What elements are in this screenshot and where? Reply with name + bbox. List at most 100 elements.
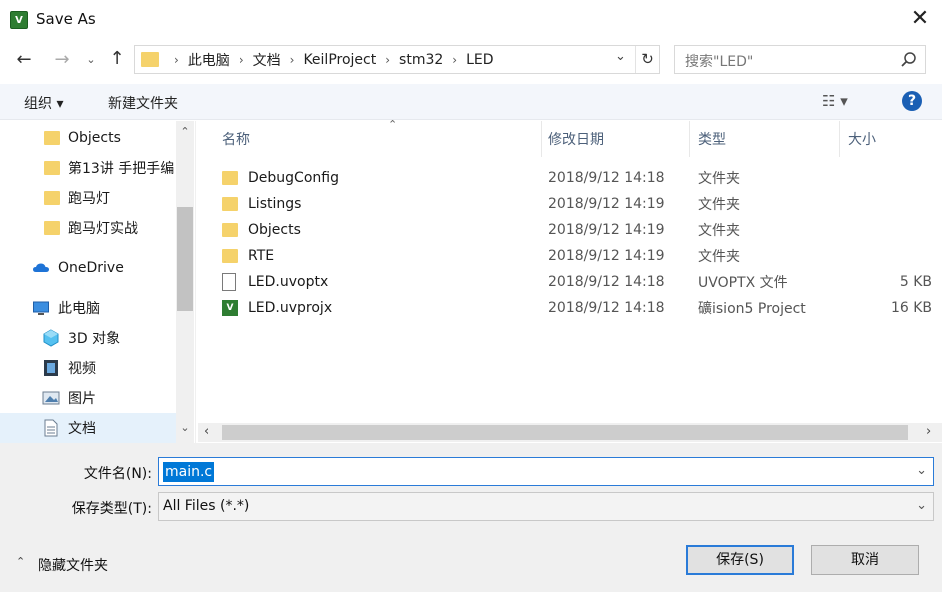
- sidebar-item-3d-objects[interactable]: 3D 对象: [42, 323, 174, 353]
- search-input[interactable]: 搜索"LED": [685, 51, 753, 71]
- breadcrumb-item[interactable]: stm32: [399, 52, 443, 68]
- address-dropdown-icon[interactable]: ⌄: [615, 49, 626, 64]
- folder-icon: [222, 171, 238, 185]
- folder-icon: [222, 197, 238, 211]
- folder-icon: [44, 131, 60, 145]
- chevron-right-icon[interactable]: ›: [290, 53, 295, 67]
- document-icon: [44, 419, 58, 437]
- file-type: 文件夹: [698, 197, 740, 213]
- table-row[interactable]: RTE 2018/9/12 14:19 文件夹: [198, 243, 942, 269]
- cube-icon: [43, 329, 59, 347]
- file-type: 文件夹: [698, 249, 740, 265]
- new-folder-button[interactable]: 新建文件夹: [108, 93, 178, 113]
- refresh-icon[interactable]: ↻: [635, 46, 659, 73]
- file-icon: [222, 273, 236, 291]
- column-header-name[interactable]: 名称 ⌃: [212, 118, 542, 157]
- address-bar[interactable]: › 此电脑 › 文档 › KeilProject › stm32 › LED ⌄…: [134, 45, 660, 74]
- folder-icon: [222, 249, 238, 263]
- search-box[interactable]: 搜索"LED": [674, 45, 926, 74]
- navigation-pane: Objects 第13讲 手把手编 跑马灯 跑马灯实战 OneDrive 此电脑…: [0, 121, 196, 443]
- chevron-right-icon[interactable]: ›: [239, 53, 244, 67]
- view-options-icon[interactable]: ☷ ▾: [822, 92, 848, 110]
- scrollbar-thumb[interactable]: [222, 425, 908, 440]
- sidebar-item-paomadeng[interactable]: 跑马灯: [44, 183, 174, 213]
- filetype-value: All Files (*.*): [163, 498, 250, 514]
- cancel-button[interactable]: 取消: [811, 545, 919, 575]
- sidebar-item-documents[interactable]: 文档: [0, 413, 176, 443]
- recent-locations-chevron-icon[interactable]: ⌄: [82, 50, 100, 70]
- column-header-type[interactable]: 类型: [688, 121, 840, 157]
- sort-ascending-icon: ⌃: [388, 118, 398, 131]
- chevron-right-icon[interactable]: ›: [452, 53, 457, 67]
- back-arrow-icon[interactable]: ←: [12, 50, 36, 70]
- sidebar-item-pictures[interactable]: 图片: [42, 383, 174, 413]
- sidebar-item-lecture13[interactable]: 第13讲 手把手编: [44, 153, 174, 183]
- scroll-up-icon[interactable]: ⌃: [176, 125, 194, 138]
- file-name-cell: DebugConfig: [222, 170, 339, 186]
- file-name: Listings: [248, 196, 302, 212]
- column-header-label: 修改日期: [548, 132, 604, 148]
- sidebar-item-label: 图片: [68, 391, 96, 407]
- column-header-date[interactable]: 修改日期: [538, 121, 690, 157]
- filename-field[interactable]: main.c ⌄: [158, 457, 934, 486]
- file-size: 5 KB: [899, 274, 932, 290]
- table-row[interactable]: Listings 2018/9/12 14:19 文件夹: [198, 191, 942, 217]
- command-bar: 组织 ▾ 新建文件夹 ☷ ▾ ?: [0, 84, 942, 120]
- file-date: 2018/9/12 14:19: [548, 222, 665, 238]
- save-button[interactable]: 保存(S): [686, 545, 794, 575]
- chevron-up-icon[interactable]: ⌃: [16, 555, 25, 568]
- file-name-cell: Listings: [222, 196, 301, 212]
- file-name-cell: RTE: [222, 248, 274, 264]
- breadcrumb-item[interactable]: KeilProject: [303, 52, 376, 68]
- table-row[interactable]: LED.uvoptx 2018/9/12 14:18 UVOPTX 文件 5 K…: [198, 269, 942, 295]
- forward-arrow-icon[interactable]: →: [50, 50, 74, 70]
- hide-folders-toggle[interactable]: 隐藏文件夹: [38, 555, 108, 575]
- sidebar-item-this-pc[interactable]: 此电脑: [32, 293, 174, 323]
- chevron-down-icon[interactable]: ⌄: [916, 498, 927, 513]
- title-bar: V Save As ✕: [0, 0, 942, 40]
- help-icon[interactable]: ?: [902, 91, 922, 111]
- table-row[interactable]: V LED.uvprojx 2018/9/12 14:18 礦ision5 Pro…: [198, 295, 942, 321]
- breadcrumb-item[interactable]: 此电脑: [188, 50, 230, 70]
- scroll-right-icon[interactable]: ›: [926, 424, 931, 439]
- sidebar-item-label: 第13讲 手把手编: [68, 161, 174, 177]
- picture-icon: [42, 391, 60, 405]
- scroll-down-icon[interactable]: ⌄: [176, 421, 194, 434]
- filename-label: 文件名(N):: [83, 466, 152, 482]
- sidebar-item-onedrive[interactable]: OneDrive: [32, 253, 174, 283]
- close-icon[interactable]: ✕: [908, 8, 932, 32]
- chevron-down-icon[interactable]: ⌄: [916, 463, 927, 478]
- scroll-left-icon[interactable]: ‹: [204, 424, 209, 439]
- up-arrow-icon[interactable]: ↑: [106, 49, 128, 69]
- filetype-select[interactable]: All Files (*.*) ⌄: [158, 492, 934, 521]
- chevron-right-icon: ›: [174, 53, 179, 67]
- sidebar-item-label: 3D 对象: [68, 331, 121, 347]
- navigation-scrollbar[interactable]: ⌃ ⌄: [176, 121, 194, 443]
- file-type: 礦ision5 Project: [698, 301, 806, 317]
- table-row[interactable]: DebugConfig 2018/9/12 14:18 文件夹: [198, 165, 942, 191]
- organize-menu-button[interactable]: 组织 ▾: [24, 93, 63, 113]
- scrollbar-thumb[interactable]: [177, 207, 193, 311]
- sidebar-item-videos[interactable]: 视频: [42, 353, 174, 383]
- filename-input[interactable]: main.c: [163, 462, 215, 482]
- file-name: LED.uvprojx: [248, 300, 333, 316]
- column-header-size[interactable]: 大小: [838, 121, 942, 157]
- sidebar-item-objects[interactable]: Objects: [44, 123, 174, 153]
- sidebar-item-paomadeng-shizhan[interactable]: 跑马灯实战: [44, 213, 174, 243]
- file-name-cell: Objects: [222, 222, 301, 238]
- file-list-horizontal-scrollbar[interactable]: ‹ ›: [198, 423, 942, 442]
- table-row[interactable]: Objects 2018/9/12 14:19 文件夹: [198, 217, 942, 243]
- filetype-label: 保存类型(T):: [71, 501, 152, 517]
- sidebar-item-label: 文档: [68, 421, 96, 437]
- chevron-right-icon[interactable]: ›: [385, 53, 390, 67]
- breadcrumb-item[interactable]: LED: [466, 52, 493, 68]
- breadcrumb-item[interactable]: 文档: [253, 50, 281, 70]
- file-type: 文件夹: [698, 171, 740, 187]
- file-size: 16 KB: [890, 300, 932, 316]
- sidebar-item-label: 视频: [68, 361, 96, 377]
- window-title: Save As: [36, 10, 96, 28]
- breadcrumb: › 此电脑 › 文档 › KeilProject › stm32 › LED: [165, 50, 494, 70]
- column-header-label: 名称: [222, 132, 250, 148]
- sidebar-item-label: OneDrive: [58, 260, 124, 276]
- file-type: 文件夹: [698, 223, 740, 239]
